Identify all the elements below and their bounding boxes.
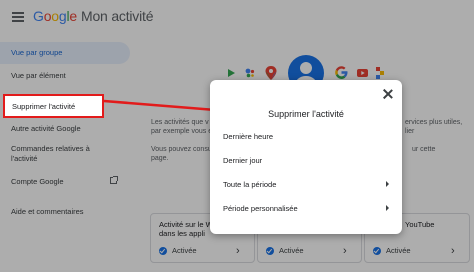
- dialog-title: Supprimer l'activité: [268, 109, 344, 119]
- option-label: Période personnalisée: [223, 204, 298, 213]
- chevron-right-icon: [386, 181, 389, 187]
- option-label: Dernier jour: [223, 156, 263, 165]
- option-dernier-jour[interactable]: Dernier jour: [223, 156, 391, 165]
- close-icon[interactable]: [383, 89, 393, 99]
- chevron-right-icon: [386, 205, 389, 211]
- option-toute-la-periode[interactable]: Toute la période: [223, 180, 391, 189]
- option-label: Dernière heure: [223, 132, 274, 141]
- option-label: Toute la période: [223, 180, 277, 189]
- option-derniere-heure[interactable]: Dernière heure: [223, 132, 391, 141]
- option-periode-personnalisee[interactable]: Période personnalisée: [223, 204, 391, 213]
- delete-activity-dialog: Supprimer l'activité Dernière heure Dern…: [210, 80, 402, 234]
